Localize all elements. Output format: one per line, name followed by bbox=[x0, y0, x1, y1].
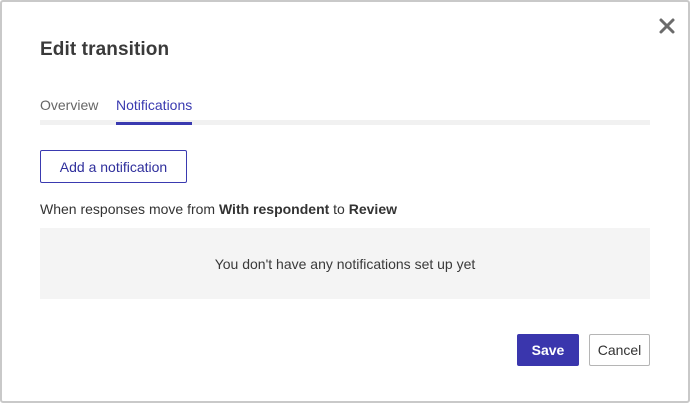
cancel-button[interactable]: Cancel bbox=[589, 334, 650, 366]
empty-notifications-panel: You don't have any notifications set up … bbox=[40, 228, 650, 299]
dialog-title: Edit transition bbox=[40, 39, 170, 60]
from-state: With respondent bbox=[218, 201, 330, 217]
tab-overview[interactable]: Overview bbox=[40, 97, 98, 125]
tab-bar: Overview Notifications bbox=[40, 94, 650, 126]
empty-message: You don't have any notifications set up … bbox=[214, 255, 476, 272]
tab-notifications[interactable]: Notifications bbox=[116, 97, 193, 125]
to-state: Review bbox=[348, 201, 397, 217]
add-notification-button[interactable]: Add a notification bbox=[40, 150, 187, 183]
close-icon bbox=[659, 18, 675, 34]
transition-description: When responses move from With respondent… bbox=[40, 201, 397, 217]
edit-transition-dialog: Edit transition Overview Notifications A… bbox=[0, 0, 690, 403]
close-button[interactable] bbox=[657, 16, 677, 36]
move-prefix: When responses move from bbox=[40, 201, 216, 217]
save-button[interactable]: Save bbox=[517, 334, 579, 366]
move-connector: to bbox=[333, 201, 345, 217]
